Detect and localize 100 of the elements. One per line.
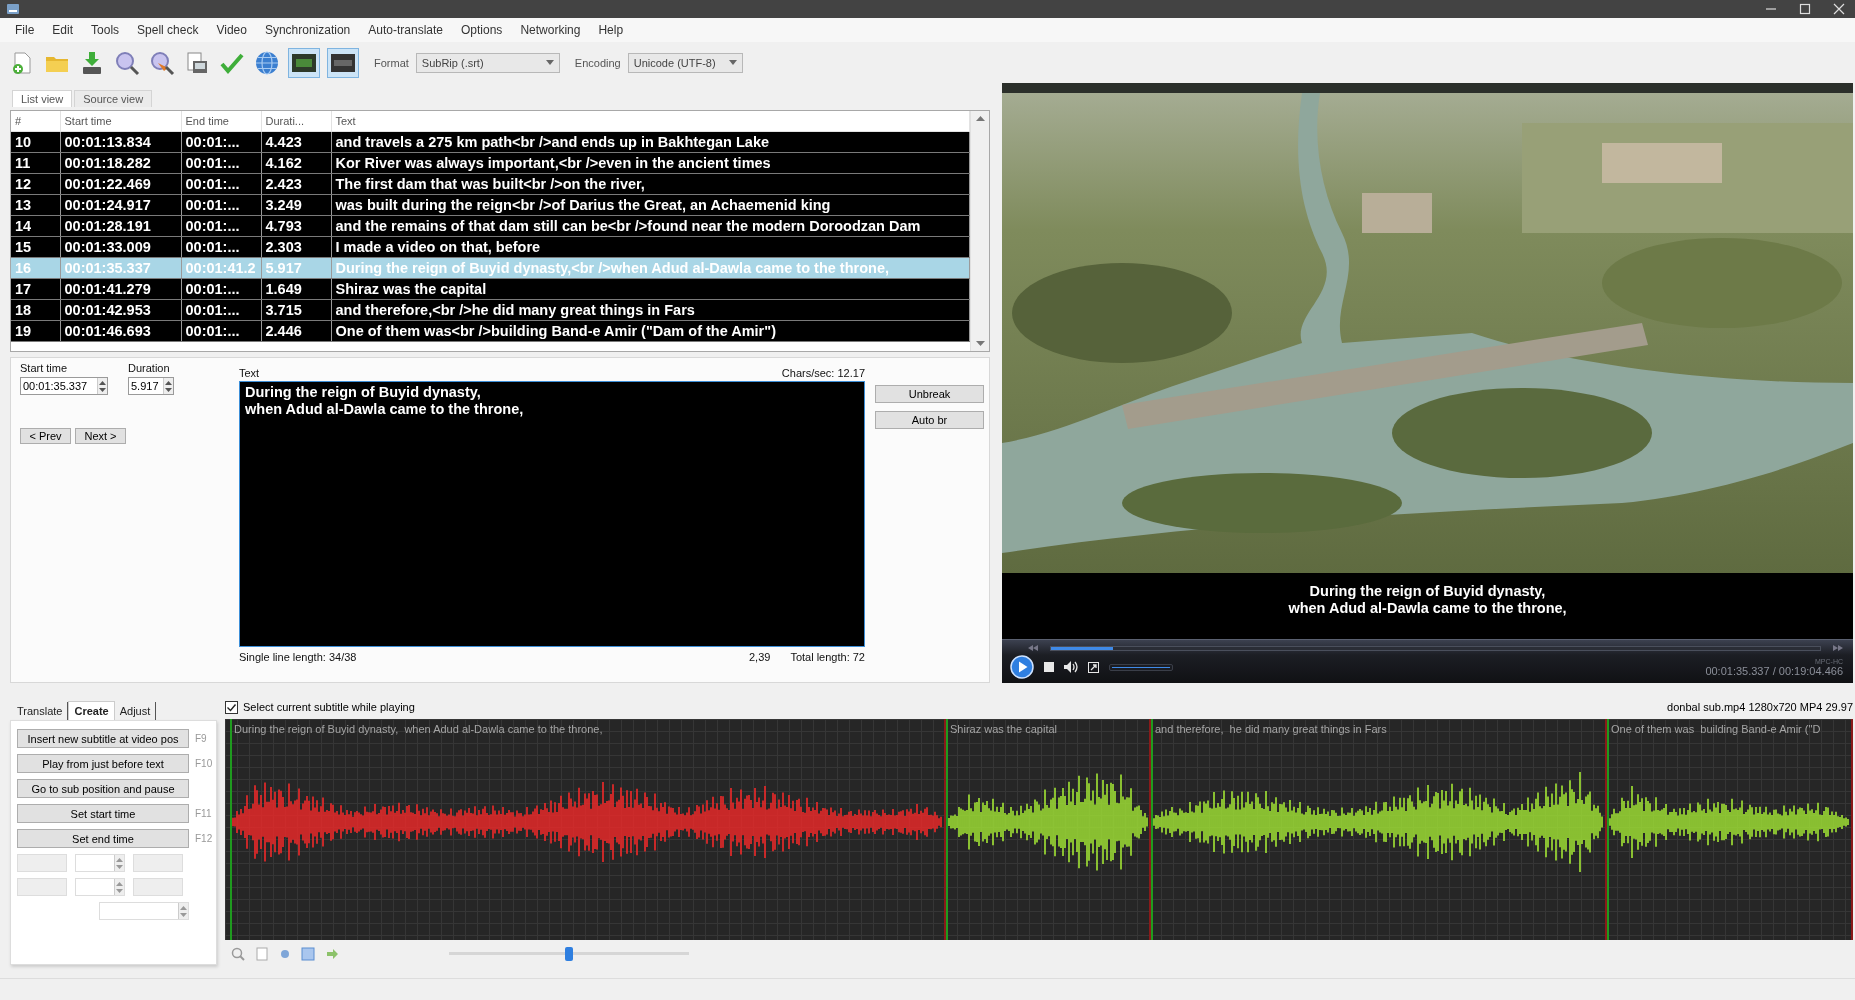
mode-tab[interactable]: Create: [68, 701, 115, 720]
table-row[interactable]: 13 00:01:24.917 00:01:... 3.249 was built during the reign<br />of Darius the Great, an Achaemenid king: [11, 194, 970, 216]
encoding-dropdown[interactable]: Unicode (UTF-8): [627, 52, 743, 73]
table-row[interactable]: 15 00:01:33.009 00:01:... 2.303 I made a video on that, before: [11, 236, 970, 258]
table-cell: 00:01:18.282: [60, 152, 181, 174]
table-row[interactable]: 17 00:01:41.279 00:01:... 1.649 Shiraz was the capital: [11, 278, 970, 300]
column-header[interactable]: Start time: [60, 111, 181, 132]
fast-forward-icon[interactable]: [1833, 645, 1843, 651]
waveform-subtitle-text: Shiraz was the capital: [950, 723, 1057, 735]
create-action-button[interactable]: Play from just before text: [17, 754, 189, 773]
table-row[interactable]: 11 00:01:18.282 00:01:... 4.162 Kor River was always important,<br />even in the ancient times: [11, 152, 970, 174]
seek-bar[interactable]: [1050, 645, 1821, 651]
speaker-icon[interactable]: [1064, 661, 1078, 673]
page-icon[interactable]: [255, 947, 269, 961]
table-row[interactable]: 19 00:01:46.693 00:01:... 2.446 One of them was<br />building Band-e Amir ("Dam of the Amir"): [11, 320, 970, 342]
menu-item[interactable]: Help: [589, 21, 633, 39]
table-cell: and the remains of that dam still can be<br />found near the modern Doroodzan Dam: [331, 215, 970, 237]
start-time-label: Start time: [20, 362, 69, 374]
start-time-field[interactable]: 00:01:35.337: [20, 377, 108, 395]
table-cell: 1.649: [261, 278, 331, 300]
video-toggle[interactable]: [288, 47, 320, 78]
globe-icon[interactable]: [253, 48, 281, 77]
rewind-icon[interactable]: [1028, 645, 1038, 651]
close-icon[interactable]: [1833, 3, 1845, 15]
maximize-icon[interactable]: [1799, 3, 1811, 15]
menu-item[interactable]: Auto-translate: [359, 21, 452, 39]
dot-icon[interactable]: [279, 948, 291, 960]
next-button[interactable]: Next >: [75, 428, 126, 444]
square-icon[interactable]: [301, 947, 315, 961]
format-label: Format: [374, 56, 409, 69]
single-line-length: Single line length: 34/38: [239, 651, 357, 663]
table-cell: 00:01:41.279: [60, 278, 181, 300]
vertical-scrollbar[interactable]: [970, 111, 989, 351]
total-length: Total length: 72: [790, 651, 865, 663]
table-cell: 10: [11, 131, 60, 153]
checkbox[interactable]: [225, 700, 238, 714]
table-cell: 5.917: [261, 257, 331, 279]
menu-item[interactable]: Video: [207, 21, 256, 39]
menu-item[interactable]: File: [6, 21, 44, 39]
column-header[interactable]: Durati...: [261, 111, 331, 132]
duration-field[interactable]: 5.917: [128, 377, 174, 395]
table-cell: 19: [11, 320, 60, 342]
view-tab[interactable]: Source view: [74, 90, 153, 107]
column-header[interactable]: Text: [331, 111, 970, 132]
view-tab[interactable]: List view: [12, 90, 73, 107]
column-header[interactable]: #: [11, 111, 60, 132]
fullscreen-icon[interactable]: [1088, 661, 1099, 673]
subtitle-text-field[interactable]: During the reign of Buyid dynasty, when Adud al-Dawla came to the throne,: [239, 381, 865, 647]
down-caret-icon[interactable]: [975, 341, 985, 346]
text-action-button[interactable]: Unbreak: [875, 385, 984, 403]
waveform-toggle[interactable]: [327, 47, 359, 78]
column-header[interactable]: End time: [181, 111, 261, 132]
checkbox-label[interactable]: Select current subtitle while playing: [243, 701, 415, 713]
table-cell: was built during the reign<br />of Darius the Great, an Achaemenid king: [331, 194, 970, 216]
table-cell: 14: [11, 215, 60, 237]
magnifier-icon[interactable]: [231, 947, 245, 961]
video-screen-icon: [291, 51, 317, 74]
menu-item[interactable]: Options: [452, 21, 512, 39]
format-dropdown[interactable]: SubRip (.srt): [415, 52, 560, 73]
table-cell: 00:01:13.834: [60, 131, 181, 153]
table-row[interactable]: 14 00:01:28.191 00:01:... 4.793 and the remains of that dam still can be<br />found near the modern Doroodzan Dam: [11, 215, 970, 237]
seconds-field[interactable]: [75, 854, 125, 872]
play-icon[interactable]: [1010, 655, 1034, 679]
create-action-button[interactable]: Go to sub position and pause: [17, 779, 189, 798]
subtitle-start-line[interactable]: [230, 719, 232, 940]
slider-thumb[interactable]: [565, 947, 573, 961]
prev-button[interactable]: < Prev: [20, 428, 71, 444]
seconds-field[interactable]: [75, 878, 125, 896]
waveform-panel[interactable]: During the reign of Buyid dynasty, when Adud al-Dawla came to the throne, Shiraz was the capital and therefore, he did many great things in Fars One of them was building Band-e Amir ("D: [225, 719, 1853, 940]
create-action-button[interactable]: Set end time: [17, 829, 189, 848]
table-cell: I made a video on that, before: [331, 236, 970, 258]
shortcut-label: F10: [195, 758, 213, 769]
table-cell: 00:01:22.469: [60, 173, 181, 195]
create-action-button[interactable]: Insert new subtitle at video pos: [17, 729, 189, 748]
spin-arrows-icon[interactable]: [98, 378, 107, 394]
menu-item[interactable]: Networking: [511, 21, 590, 39]
app-icon: [6, 2, 20, 16]
menu-item[interactable]: Edit: [43, 21, 83, 39]
table-cell: 16: [11, 257, 60, 279]
menu-item[interactable]: Synchronization: [255, 21, 360, 39]
spin-arrows-icon[interactable]: [164, 378, 173, 394]
arrow-icon[interactable]: [325, 947, 339, 961]
shortcut-label: F11: [195, 808, 212, 819]
table-cell: 00:01:24.917: [60, 194, 181, 216]
table-cell: 2.446: [261, 320, 331, 342]
create-action-button[interactable]: Set start time: [17, 804, 189, 823]
table-cell: 00:01:35.337: [60, 257, 181, 279]
table-cell: 4.162: [261, 152, 331, 174]
volume-slider[interactable]: [1109, 663, 1173, 671]
table-cell: 00:01:42.953: [60, 299, 181, 321]
table-row[interactable]: 12 00:01:22.469 00:01:... 2.423 The first dam that was built<br />on the river,: [11, 173, 970, 195]
table-row[interactable]: 18 00:01:42.953 00:01:... 3.715 and therefore,<br />he did many great things in Fars: [11, 299, 970, 321]
text-action-button[interactable]: Auto br: [875, 411, 984, 429]
up-caret-icon[interactable]: [975, 116, 985, 121]
table-row[interactable]: 10 00:01:13.834 00:01:... 4.423 and travels a 275 km path<br />and ends up in Bakhtegan Lake: [11, 131, 970, 153]
shortcut-label: F12: [195, 833, 213, 844]
chars-per-sec: Chars/sec: 12.17: [781, 366, 865, 379]
menu-item[interactable]: Spell check: [128, 21, 208, 39]
video-position-field[interactable]: [99, 902, 189, 920]
menu-item[interactable]: Tools: [82, 21, 129, 39]
